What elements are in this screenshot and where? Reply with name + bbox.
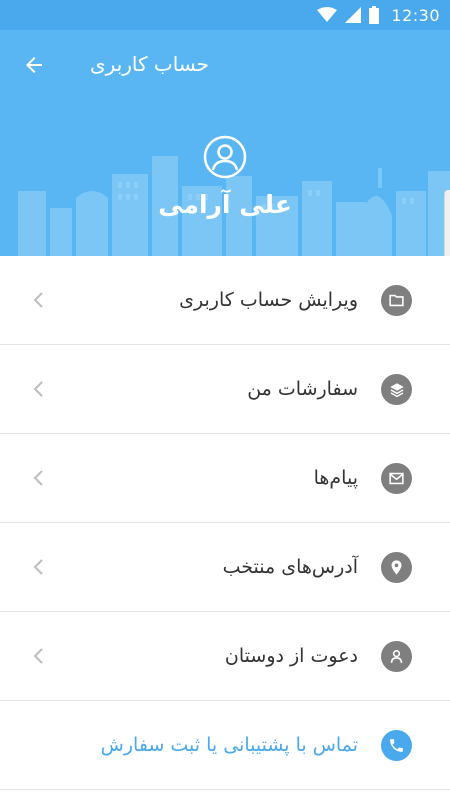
wifi-icon: [317, 7, 338, 22]
menu-item-label: پیام‌ها: [313, 467, 358, 489]
chevron-left-icon: [33, 292, 43, 308]
profile-name: علی آرامی: [158, 190, 292, 219]
person-icon: [381, 641, 412, 672]
status-bar: 12:30: [0, 0, 450, 30]
chevron-left-icon: [33, 559, 43, 575]
menu-item-messages[interactable]: پیام‌ها: [0, 434, 450, 523]
menu-item-label: تماس با پشتیبانی یا ثبت سفارش: [100, 734, 358, 756]
mail-icon: [381, 463, 412, 494]
profile-header: حساب کاربری علی آرامی: [0, 30, 450, 256]
chevron-left-icon: [33, 648, 43, 664]
menu-item-label: سفارشات من: [247, 378, 358, 400]
chevron-left-icon: [33, 381, 43, 397]
layers-icon: [381, 374, 412, 405]
folder-icon: [381, 285, 412, 316]
menu-item-label: دعوت از دوستان: [224, 645, 358, 667]
signal-icon: [345, 7, 362, 23]
back-button[interactable]: [16, 47, 52, 83]
menu-item-edit-account[interactable]: ویرایش حساب کاربری: [0, 256, 450, 345]
arrow-left-icon: [26, 57, 42, 73]
user-circle-icon: [203, 135, 247, 179]
status-time: 12:30: [391, 5, 440, 25]
menu-item-contact-support[interactable]: تماس با پشتیبانی یا ثبت سفارش: [0, 701, 450, 790]
location-pin-icon: [381, 552, 412, 583]
menu-item-my-orders[interactable]: سفارشات من: [0, 345, 450, 434]
phone-icon: [381, 730, 412, 761]
menu-item-favorite-addresses[interactable]: آدرس‌های منتخب: [0, 523, 450, 612]
account-menu: ویرایش حساب کاربری سفارشات من پیام‌ها: [0, 256, 450, 790]
menu-item-label: ویرایش حساب کاربری: [179, 289, 358, 311]
menu-item-invite-friends[interactable]: دعوت از دوستان: [0, 612, 450, 701]
page-title: حساب کاربری: [90, 52, 210, 76]
chevron-left-icon: [33, 470, 43, 486]
battery-icon: [369, 6, 380, 24]
menu-item-label: آدرس‌های منتخب: [222, 556, 358, 578]
